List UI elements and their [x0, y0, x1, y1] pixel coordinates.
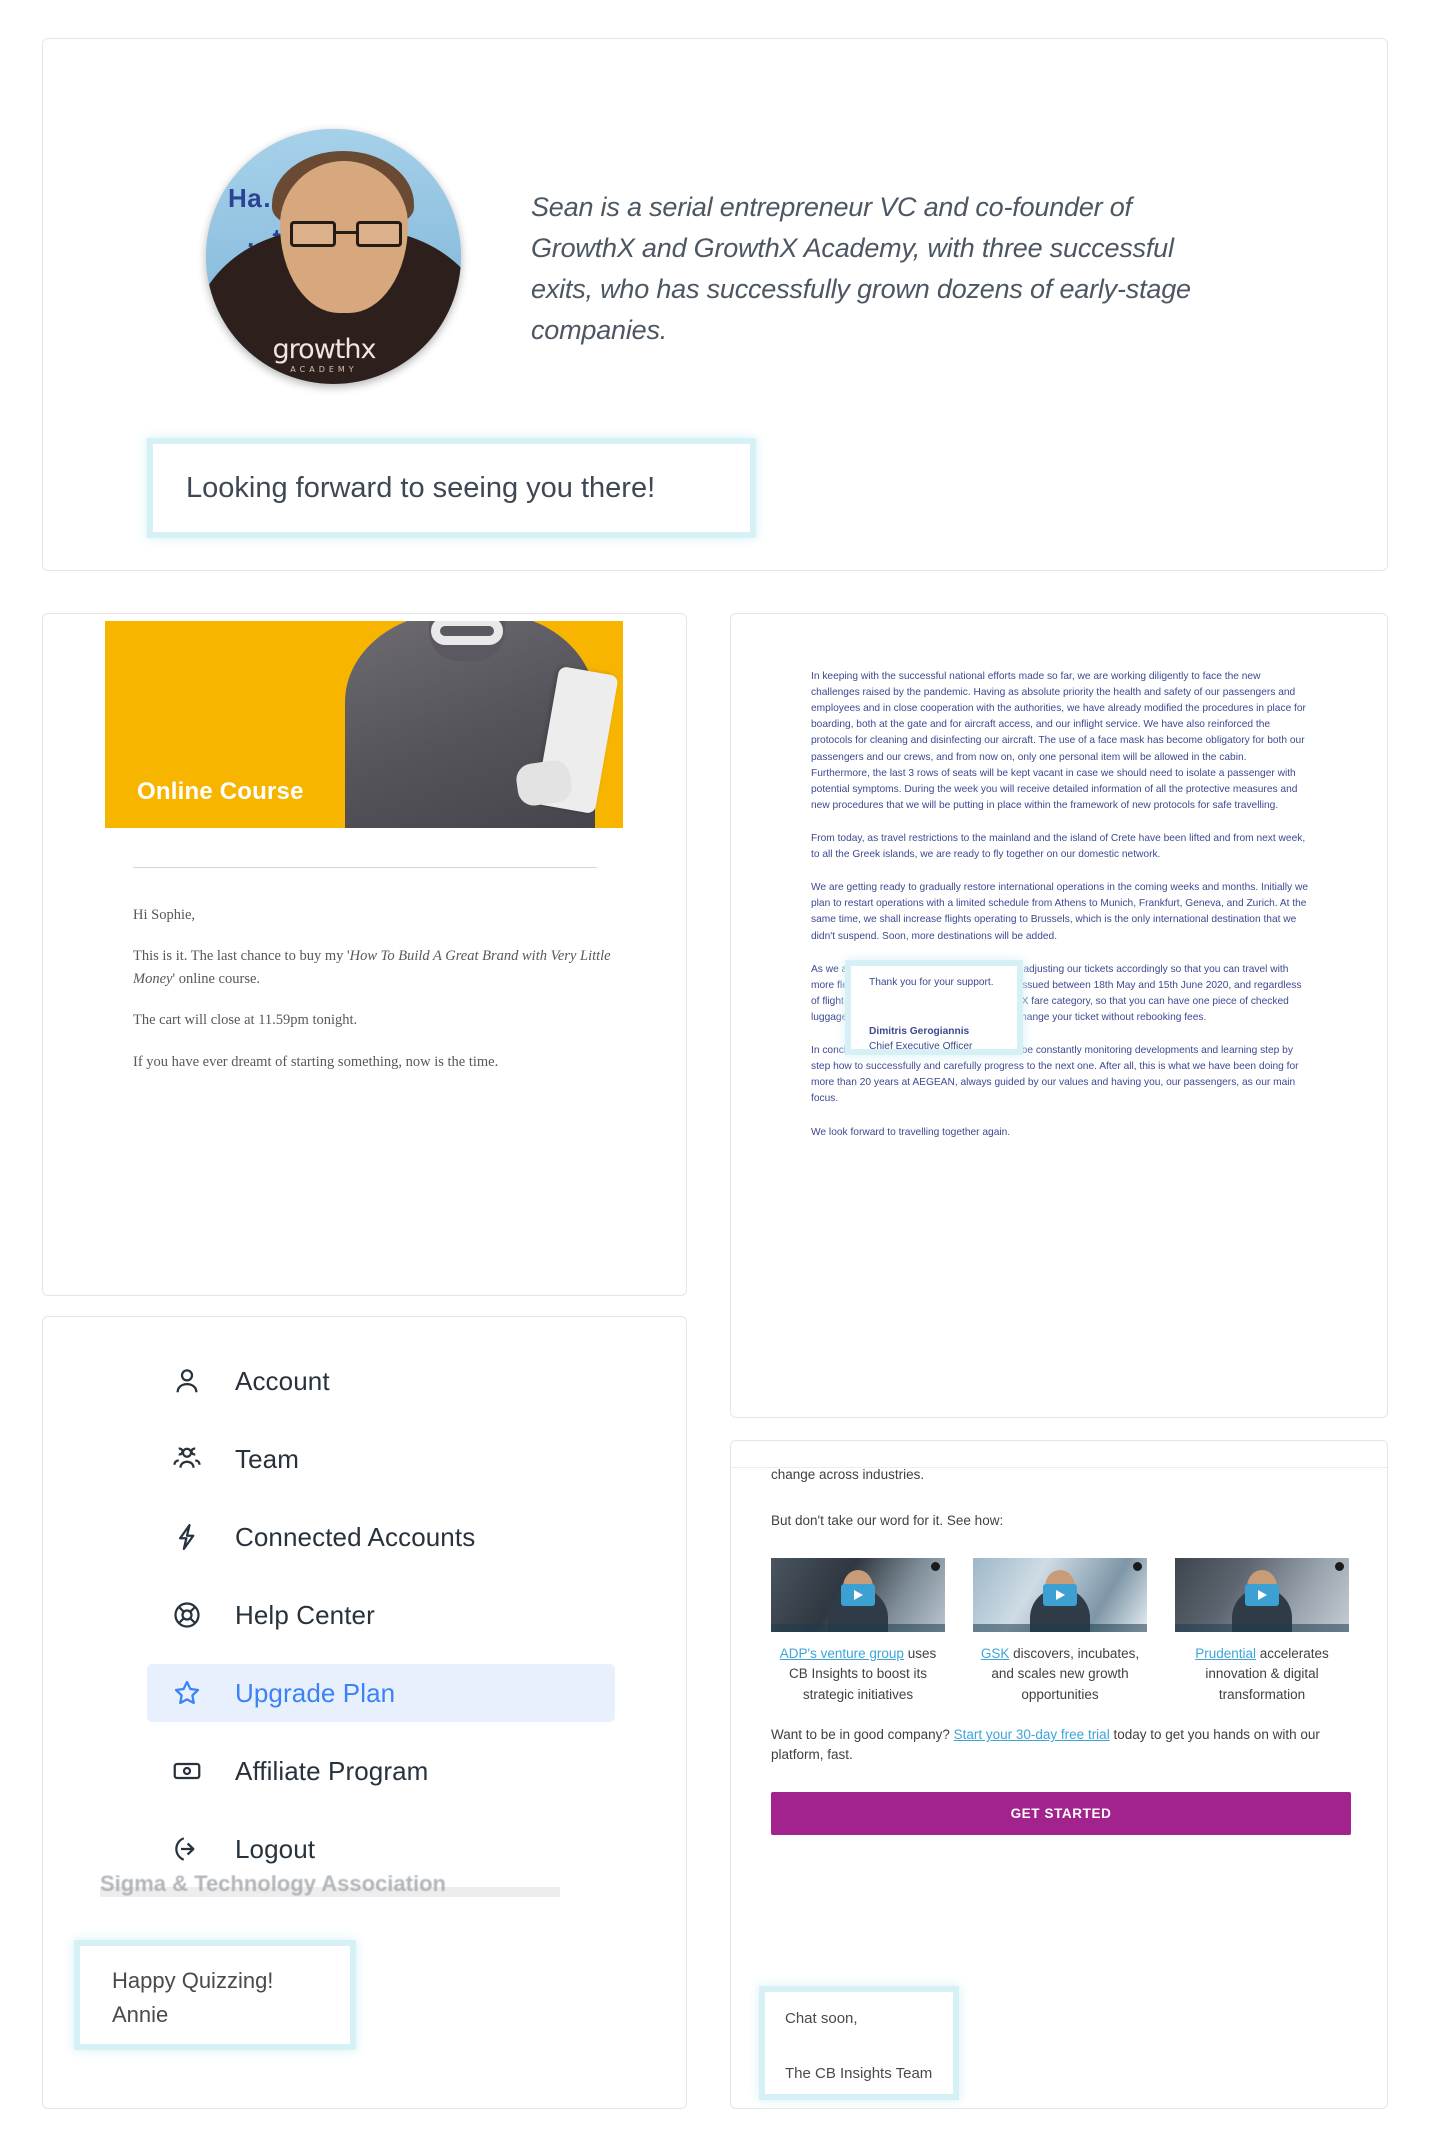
course-paragraph-2: The cart will close at 11.59pm tonight. [133, 1012, 358, 1029]
aegean-paragraph-3: We are getting ready to gradually restor… [811, 882, 1309, 942]
course-p1-after: ' online course. [172, 970, 261, 987]
cb-video-link[interactable]: ADP's venture group [780, 1646, 904, 1661]
cb-video-card[interactable]: GSK discovers, incubates, and scales new… [973, 1557, 1147, 1706]
menu-item-account[interactable]: Account [147, 1352, 615, 1410]
user-icon [169, 1363, 205, 1399]
quiz-highlight: Happy Quizzing! Annie [80, 1946, 350, 2044]
menu-cutoff-ghost-row: Sigma & Technology Association [100, 1875, 560, 1897]
cb-video-caption: GSK discovers, incubates, and scales new… [973, 1644, 1147, 1706]
menu-item-label: Help Center [235, 1599, 375, 1630]
lightning-icon [169, 1519, 205, 1555]
cb-video-card[interactable]: Prudential accelerates innovation & digi… [1175, 1557, 1349, 1706]
looking-forward-highlight-wrap: Looking forward to seeing you there! [153, 444, 750, 532]
looking-forward-highlight: Looking forward to seeing you there! [153, 444, 750, 532]
cb-video-link[interactable]: Prudential [1195, 1646, 1256, 1661]
cb-sign-line-1: Chat soon, [785, 2010, 858, 2027]
course-p1-before: This is it. The last chance to buy my ' [133, 948, 350, 965]
cb-paragraph-top: change across industries. [771, 1467, 925, 1482]
cb-video-caption-rest: discovers, incubates, and scales new gro… [991, 1645, 1140, 1702]
growthx-logo-sub: ACADEMY [290, 365, 358, 374]
cb-video-caption: ADP's venture group uses CB Insights to … [771, 1644, 945, 1706]
quiz-highlight-wrap: Happy Quizzing! Annie [80, 1946, 350, 2044]
cb-cta-paragraph: Want to be in good company? Start your 3… [771, 1725, 1351, 1766]
aegean-signature-highlight: Thank you for your support. Dimitris Ger… [851, 966, 1017, 1052]
menu-item-connected-accounts[interactable]: Connected Accounts [147, 1508, 615, 1566]
cb-trial-link[interactable]: Start your 30-day free trial [954, 1727, 1110, 1742]
cb-cta-before: Want to be in good company? [771, 1727, 954, 1743]
record-dot-icon [1133, 1561, 1142, 1571]
lifebuoy-icon [169, 1597, 205, 1633]
cb-signature-highlight: Chat soon, The CB Insights Team [765, 1992, 953, 2094]
growthx-logo: growthx ACADEMY [264, 336, 384, 374]
course-paragraph-3: If you have ever dreamt of starting some… [133, 1053, 499, 1070]
growthx-logo-wordmark: growthx [272, 334, 377, 365]
menu-cutoff-ghost-mask [100, 1881, 560, 1897]
avatar: Ha… ou fi… …t then… growthx ACADEMY [206, 129, 461, 384]
menu-item-team[interactable]: Team [147, 1430, 615, 1488]
cb-video-grid: ADP's venture group uses CB Insights to … [771, 1557, 1351, 1706]
get-started-button[interactable]: GET STARTED [771, 1791, 1351, 1835]
play-icon[interactable] [1043, 1583, 1077, 1606]
aegean-signatory-title: Chief Executive Officer [869, 1040, 973, 1052]
record-dot-icon [1335, 1561, 1344, 1571]
cb-signature-highlight-wrap: Chat soon, The CB Insights Team [765, 1992, 953, 2094]
menu-item-label: Team [235, 1443, 299, 1474]
cb-video-thumbnail[interactable] [771, 1557, 945, 1632]
cb-insights-body: change across industries. But don't take… [771, 1465, 1351, 1835]
menu-item-label: Account [235, 1365, 330, 1396]
headphones-icon [431, 621, 503, 645]
menu-item-label: Logout [235, 1833, 316, 1864]
aegean-paragraph-2: From today, as travel restrictions to th… [811, 832, 1306, 861]
aegean-paragraph-6: We look forward to travelling together a… [811, 1126, 1011, 1138]
course-divider [133, 867, 597, 868]
play-icon[interactable] [1245, 1583, 1279, 1606]
quiz-line-1: Happy Quizzing! [112, 1968, 274, 1993]
banknote-icon [169, 1753, 205, 1789]
aegean-letter-body: In keeping with the successful national … [811, 669, 1308, 1158]
menu-item-label: Affiliate Program [235, 1755, 429, 1786]
course-hero-caption: Online Course [137, 778, 304, 805]
course-greeting: Hi Sophie, [133, 907, 196, 923]
cb-video-thumbnail[interactable] [973, 1557, 1147, 1632]
course-letter-body: Hi Sophie, This is it. The last chance t… [133, 904, 633, 1092]
cb-video-card[interactable]: ADP's venture group uses CB Insights to … [771, 1557, 945, 1706]
quiz-line-2: Annie [112, 2002, 169, 2028]
cb-video-thumbnail[interactable] [1175, 1557, 1349, 1632]
menu-item-label: Connected Accounts [235, 1521, 476, 1552]
cb-paragraph-lead: But don't take our word for it. See how: [771, 1513, 1004, 1529]
aegean-thanks-line: Thank you for your support. [869, 977, 994, 988]
menu-item-logout[interactable]: Logout [147, 1820, 615, 1878]
record-dot-icon [931, 1561, 940, 1571]
aegean-signatory-name: Dimitris Gerogiannis [869, 1025, 970, 1037]
menu-item-label: Upgrade Plan [235, 1677, 396, 1708]
sean-intro-card: Ha… ou fi… …t then… growthx ACADEMY Sean… [42, 38, 1388, 571]
aegean-paragraph-1: In keeping with the successful national … [811, 671, 1306, 811]
sean-bio-quote: Sean is a serial entrepreneur VC and co-… [531, 192, 1191, 346]
menu-item-upgrade-plan[interactable]: Upgrade Plan [147, 1664, 615, 1722]
users-icon [169, 1441, 205, 1477]
menu-item-affiliate-program[interactable]: Affiliate Program [147, 1742, 615, 1800]
course-paragraph-1: This is it. The last chance to buy my 'H… [133, 945, 633, 990]
account-menu-list: Account Team Connected Accounts Help Cen… [147, 1352, 615, 1898]
course-hero-image: Online Course [105, 621, 623, 828]
aegean-signature-highlight-wrap: Thank you for your support. Dimitris Ger… [851, 966, 1017, 1055]
aegean-letter-card: In keeping with the successful national … [730, 613, 1388, 1418]
star-icon [169, 1675, 205, 1711]
cb-sign-line-2: The CB Insights Team [785, 2065, 933, 2082]
avatar-glasses [290, 221, 402, 247]
online-course-card: Online Course Hi Sophie, This is it. The… [42, 613, 687, 1296]
menu-item-help-center[interactable]: Help Center [147, 1586, 615, 1644]
logout-icon [169, 1831, 205, 1867]
play-icon[interactable] [841, 1583, 875, 1606]
cb-insights-card: change across industries. But don't take… [730, 1440, 1388, 2109]
cb-video-caption: Prudential accelerates innovation & digi… [1175, 1644, 1349, 1706]
cb-video-link[interactable]: GSK [981, 1646, 1010, 1661]
